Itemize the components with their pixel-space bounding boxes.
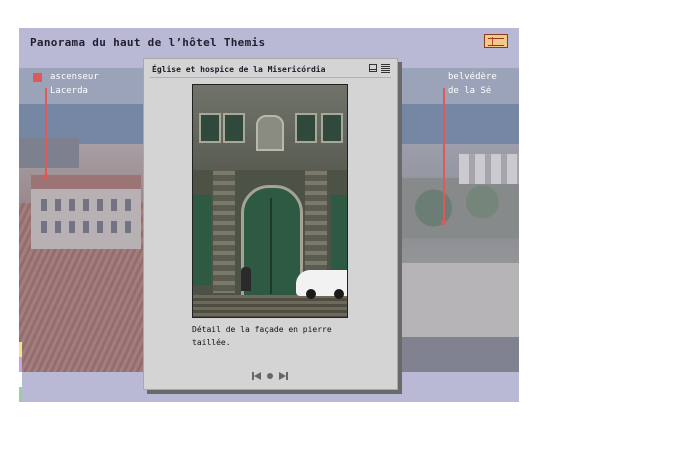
- app-title: Panorama du haut de l’hôtel Themis: [30, 36, 266, 49]
- next-icon[interactable]: [279, 372, 288, 380]
- popup-navigation: [252, 372, 288, 380]
- photo-window: [295, 113, 317, 143]
- dot-icon[interactable]: [267, 373, 273, 379]
- photo-pilaster: [213, 165, 235, 293]
- hotspot-label-line1: ascenseur: [50, 72, 99, 82]
- photo-window: [223, 113, 245, 143]
- hotspot-label-line2: Lacerda: [50, 86, 88, 96]
- church-facade-photo: [192, 84, 348, 318]
- popup-divider: [150, 77, 391, 78]
- hotspot-pointer-line: [443, 88, 445, 222]
- photo-steps: [193, 295, 347, 317]
- photo-car: [296, 270, 347, 299]
- previous-icon[interactable]: [252, 372, 261, 380]
- photo-caption: Détail de la façade en pierre taillée.: [192, 325, 332, 347]
- photo-side-door: [193, 195, 211, 285]
- hotspot-marker[interactable]: [33, 73, 42, 82]
- info-popup: Église et hospice de la Misericórdia Dét…: [143, 58, 398, 390]
- hotspot-label-line1: belvédère: [448, 72, 497, 82]
- hotspot-pointer-line: [45, 88, 47, 176]
- hotspot-label-line2: de la Sé: [448, 86, 492, 96]
- list-icon[interactable]: [381, 64, 390, 73]
- photo-niche: [256, 115, 284, 151]
- popup-title: Église et hospice de la Misericórdia: [152, 65, 326, 74]
- hotspot-belvedere-se[interactable]: belvédère de la Sé: [448, 70, 497, 98]
- photo-window: [199, 113, 221, 143]
- photo-window: [321, 113, 343, 143]
- map-icon[interactable]: [484, 34, 508, 48]
- hotspot-pointer-dot: [43, 174, 48, 179]
- window-icon[interactable]: [369, 64, 377, 72]
- photo-person: [241, 267, 251, 291]
- hotspot-pointer-dot: [441, 220, 446, 225]
- popup-controls: [369, 64, 390, 73]
- hotspot-ascenseur-lacerda[interactable]: ascenseur Lacerda: [50, 70, 99, 98]
- color-strip: [19, 342, 22, 402]
